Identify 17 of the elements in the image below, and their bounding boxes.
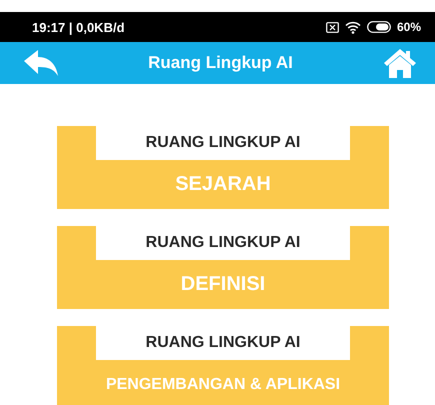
back-icon[interactable] xyxy=(24,50,58,76)
status-time: 19:17 | 0,0KB/d xyxy=(32,20,125,34)
app-title: Ruang Lingkup AI xyxy=(148,53,293,73)
sim-icon xyxy=(326,22,339,32)
card-heading: RUANG LINGKUP AI xyxy=(96,326,350,360)
menu-card[interactable]: RUANG LINGKUP AI SEJARAH xyxy=(57,126,389,209)
battery-percent: 60% xyxy=(396,20,421,34)
wifi-icon xyxy=(344,20,361,34)
menu-card[interactable]: RUANG LINGKUP AI PENGEMBANGAN & APLIKASI xyxy=(57,326,389,405)
menu-card[interactable]: RUANG LINGKUP AI DEFINISI xyxy=(57,226,389,309)
card-label: PENGEMBANGAN & APLIKASI xyxy=(106,374,340,394)
card-heading: RUANG LINGKUP AI xyxy=(96,226,350,260)
card-label: DEFINISI xyxy=(180,272,266,297)
home-icon[interactable] xyxy=(383,48,417,78)
battery-icon xyxy=(366,21,391,33)
card-heading: RUANG LINGKUP AI xyxy=(96,126,350,160)
card-label: SEJARAH xyxy=(175,172,271,197)
